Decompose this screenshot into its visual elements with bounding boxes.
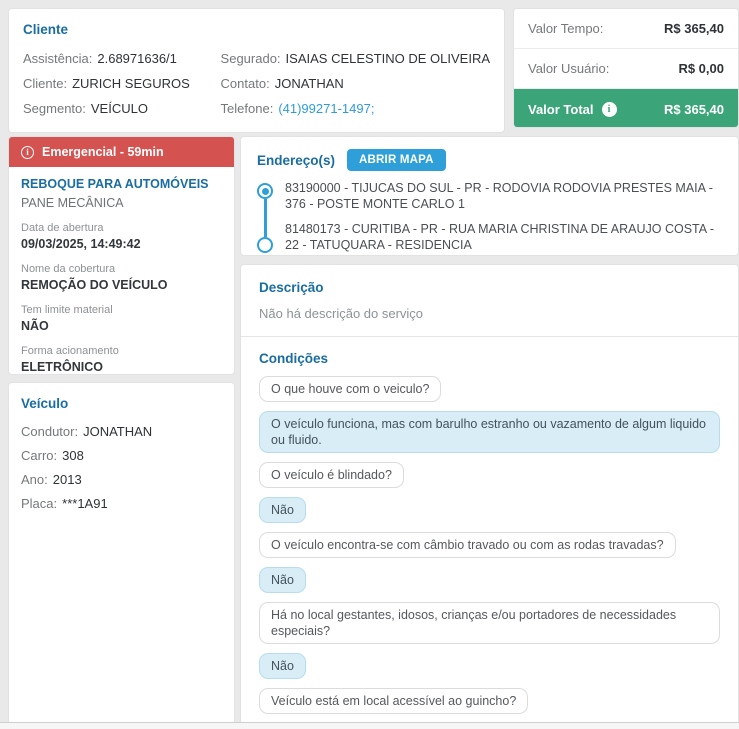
coverage-name-label: Nome da cobertura (21, 263, 116, 275)
car-field: Carro: 308 (21, 444, 222, 468)
plate-field: Placa: ***1A91 (21, 492, 222, 516)
valor-tempo-label: Valor Tempo: (528, 21, 604, 36)
client-card: Cliente Assistência: 2.68971636/1 Client… (8, 8, 505, 133)
valor-total-row: Valor Total i R$ 365,40 (514, 89, 738, 127)
valor-total-value: R$ 365,40 (664, 101, 724, 117)
contact-value: JONATHAN (274, 76, 344, 91)
year-label: Ano: (21, 472, 48, 487)
addresses-card: Endereço(s) ABRIR MAPA 83190000 - TIJUCA… (240, 136, 739, 256)
insured-field: Segurado: ISAIAS CELESTINO DE OLIVEIRA (221, 46, 490, 71)
emergency-banner: i Emergencial - 59min (9, 137, 234, 167)
assistance-value: 2.68971636/1 (97, 51, 177, 66)
totals-panel: Valor Tempo: R$ 365,40 Valor Usuário: R$… (513, 8, 739, 128)
description-empty-text: Não há descrição do serviço (259, 306, 424, 321)
question-bubble: O que houve com o veiculo? (259, 376, 442, 402)
activation-type-group: Forma acionamento ELETRÔNICO (21, 345, 222, 375)
answer-bubble: O veículo funciona, mas com barulho estr… (259, 411, 720, 453)
phone-field: Telefone: (41)99271-1497; (221, 96, 490, 121)
route-origin-icon (257, 183, 273, 199)
answer-bubble: Não (259, 497, 306, 523)
vehicle-card: Veículo Condutor: JONATHAN Carro: 308 An… (8, 382, 235, 722)
answer-bubble: Não (259, 567, 306, 593)
answer-bubble: Não (259, 653, 306, 679)
plate-value: ***1A91 (62, 496, 108, 511)
question-bubble: O veículo encontra-se com câmbio travado… (259, 532, 676, 558)
client-card-title: Cliente (23, 22, 69, 37)
description-title: Descrição (259, 280, 324, 295)
info-icon[interactable]: i (601, 101, 617, 117)
material-limit-group: Tem limite material NÃO (21, 304, 222, 334)
opening-date-label: Data de abertura (21, 222, 104, 234)
plate-label: Placa: (21, 496, 58, 511)
question-bubble: O veículo é blindado? (259, 462, 404, 488)
open-map-button[interactable]: ABRIR MAPA (347, 149, 446, 171)
year-value: 2013 (52, 472, 82, 487)
valor-usuario-value: R$ 0,00 (678, 61, 724, 76)
valor-usuario-row: Valor Usuário: R$ 0,00 (514, 49, 738, 89)
section-divider (241, 336, 738, 337)
service-name: REBOQUE PARA AUTOMÓVEIS (21, 177, 209, 191)
client-field: Cliente: ZURICH SEGUROS (23, 71, 221, 96)
driver-label: Condutor: (21, 424, 79, 439)
segment-label: Segmento: (23, 101, 86, 116)
car-label: Carro: (21, 448, 58, 463)
route-diagram (257, 183, 273, 253)
service-card: i Emergencial - 59min REBOQUE PARA AUTOM… (8, 136, 235, 375)
coverage-name-value: REMOÇÃO DO VEÍCULO (21, 278, 168, 292)
coverage-name-group: Nome da cobertura REMOÇÃO DO VEÍCULO (21, 263, 222, 293)
insured-label: Segurado: (220, 51, 281, 66)
driver-field: Condutor: JONATHAN (21, 420, 222, 444)
route-line (263, 199, 267, 237)
question-bubble: Veículo está em local acessível ao guinc… (259, 688, 529, 714)
contact-field: Contato: JONATHAN (221, 71, 490, 96)
destination-address: 81480173 - CURITIBA - PR - RUA MARIA CHR… (285, 222, 715, 252)
activation-type-label: Forma acionamento (21, 345, 119, 357)
assistance-field: Assistência: 2.68971636/1 (23, 46, 221, 71)
phone-link[interactable]: (41)99271-1497; (278, 96, 374, 121)
valor-tempo-value: R$ 365,40 (664, 21, 724, 36)
client-label: Cliente: (23, 76, 68, 91)
info-circle-icon: i (21, 145, 34, 159)
vehicle-card-title: Veículo (21, 396, 69, 411)
year-field: Ano: 2013 (21, 468, 222, 492)
contact-label: Contato: (220, 76, 270, 91)
origin-address: 83190000 - TIJUCAS DO SUL - PR - RODOVIA… (285, 181, 713, 211)
question-bubble: Há no local gestantes, idosos, crianças … (259, 602, 720, 644)
car-value: 308 (62, 448, 84, 463)
material-limit-value: NÃO (21, 319, 49, 333)
addresses-title: Endereço(s) (257, 152, 336, 168)
driver-value: JONATHAN (83, 424, 153, 439)
valor-tempo-row: Valor Tempo: R$ 365,40 (514, 9, 738, 49)
assistance-label: Assistência: (23, 51, 93, 66)
emergency-banner-label: Emergencial - 59min (42, 145, 164, 159)
material-limit-label: Tem limite material (21, 304, 113, 316)
route-destination-icon (257, 237, 273, 253)
description-conditions-card: Descrição Não há descrição do serviço Co… (240, 264, 739, 722)
insured-value: ISAIAS CELESTINO DE OLIVEIRA (285, 51, 490, 66)
page-bottom-divider (0, 722, 739, 729)
service-subtitle: PANE MECÂNICA (21, 196, 124, 210)
client-value: ZURICH SEGUROS (72, 76, 190, 91)
conditions-qa-list: O que houve com o veiculo? O veículo fun… (259, 376, 720, 722)
phone-label: Telefone: (220, 101, 274, 116)
conditions-title: Condições (259, 351, 329, 366)
segment-value: VEÍCULO (90, 101, 148, 116)
valor-total-label: Valor Total (528, 101, 594, 117)
valor-usuario-label: Valor Usuário: (528, 61, 610, 76)
activation-type-value: ELETRÔNICO (21, 360, 103, 374)
segment-field: Segmento: VEÍCULO (23, 96, 221, 121)
opening-date-value: 09/03/2025, 14:49:42 (21, 237, 141, 251)
opening-date-group: Data de abertura 09/03/2025, 14:49:42 (21, 222, 222, 252)
